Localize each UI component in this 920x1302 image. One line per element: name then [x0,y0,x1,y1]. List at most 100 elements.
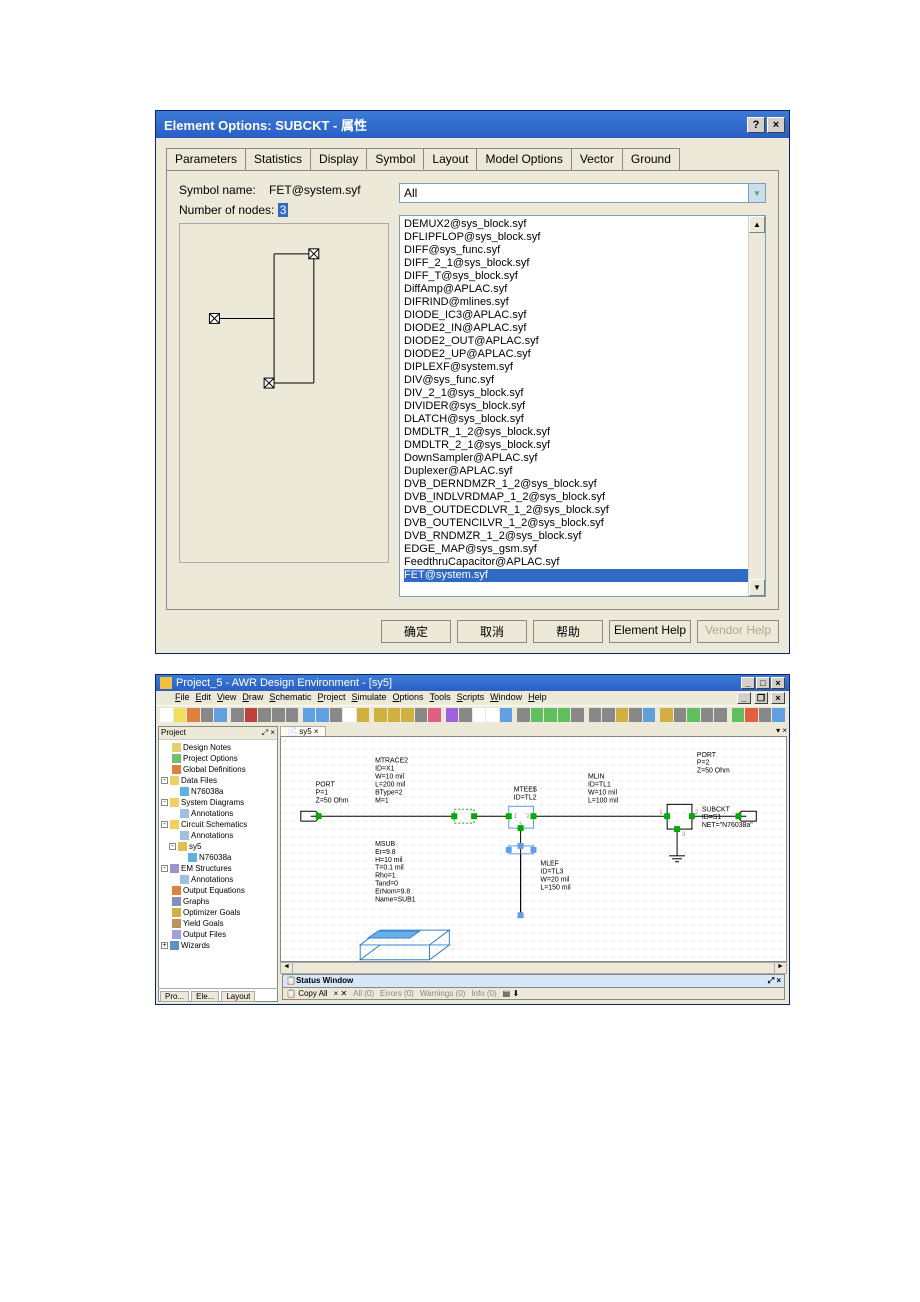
list-item[interactable]: DMDLTR_2_1@sys_block.syf [404,439,761,452]
list-item[interactable]: DIODE2_UP@APLAC.syf [404,348,761,361]
list-item[interactable]: DMDLTR_1_2@sys_block.syf [404,426,761,439]
maximize-button[interactable]: □ [756,677,770,689]
list-item[interactable]: DIFF@sys_func.syf [404,244,761,257]
filter-all[interactable]: All (0) [353,989,374,998]
tree-node[interactable]: Output Equations [161,885,275,896]
canvas-tab[interactable]: 📄 sy5 × [280,726,326,736]
toolbar-button[interactable] [231,708,244,722]
tree-node[interactable]: -System Diagrams [161,797,275,808]
scrollbar[interactable]: ▲ ▼ [748,216,765,596]
toolbar-button[interactable] [544,708,557,722]
h-scrollbar[interactable]: ◄► [280,962,787,974]
symbol-listbox[interactable]: DEMUX2@sys_block.syfDFLIPFLOP@sys_block.… [399,215,766,597]
toolbar-button[interactable] [459,708,472,722]
copy-all-button[interactable]: 📋 Copy All [286,989,328,998]
toolbar-button[interactable] [500,708,513,722]
toolbar-button[interactable] [759,708,772,722]
menu-scripts[interactable]: Scripts [454,692,488,702]
symbol-filter-combo[interactable]: ▼ [399,183,766,203]
bottom-tab-layout[interactable]: Layout [221,991,255,1002]
list-item[interactable]: DIV@sys_func.syf [404,374,761,387]
toolbar-button[interactable] [286,708,299,722]
toolbar-button[interactable] [374,708,387,722]
tree-node[interactable]: +Wizards [161,940,275,951]
filter-warnings[interactable]: Warnings (0) [420,989,466,998]
toolbar-button[interactable] [732,708,745,722]
scroll-down-icon[interactable]: ▼ [749,579,765,596]
toolbar-button[interactable] [558,708,571,722]
list-item[interactable]: DIPLEXF@system.syf [404,361,761,374]
tab-layout[interactable]: Layout [423,148,477,170]
list-item[interactable]: DFLIPFLOP@sys_block.syf [404,231,761,244]
chevron-down-icon[interactable]: ▼ [749,183,766,203]
toolbar-button[interactable] [401,708,414,722]
toolbar-button[interactable] [745,708,758,722]
list-item[interactable]: DVB_DERNDMZR_1_2@sys_block.syf [404,478,761,491]
tree-node[interactable]: Optimizer Goals [161,907,275,918]
list-item[interactable]: FeedthruCapacitor@APLAC.syf [404,556,761,569]
list-item[interactable]: DownSampler@APLAC.syf [404,452,761,465]
mdi-close[interactable]: × [771,692,785,704]
toolbar-button[interactable] [687,708,700,722]
mdi-restore[interactable]: ❐ [754,692,768,704]
toolbar-button[interactable] [446,708,459,722]
toolbar-button[interactable] [187,708,200,722]
bottom-tab-project[interactable]: Pro... [160,991,189,1002]
ok-button[interactable]: 确定 [381,620,451,643]
schematic-canvas[interactable]: 123 123 [280,736,787,962]
element-help-button[interactable]: Element Help [609,620,691,643]
tree-node[interactable]: Yield Goals [161,918,275,929]
toolbar-button[interactable] [486,708,499,722]
tree-node[interactable]: -EM Structures [161,863,275,874]
menu-edit[interactable]: Edit [193,692,215,702]
toolbar-button[interactable] [160,708,173,722]
toolbar-button[interactable] [316,708,329,722]
toolbar-button[interactable] [343,708,356,722]
toolbar-button[interactable] [571,708,584,722]
menu-tools[interactable]: Tools [427,692,454,702]
tab-symbol[interactable]: Symbol [366,148,424,170]
menu-file[interactable]: File [172,692,193,702]
tab-parameters[interactable]: Parameters [166,148,246,170]
toolbar-button[interactable] [643,708,656,722]
toolbar-button[interactable] [258,708,271,722]
toolbar-button[interactable] [473,708,486,722]
toolbar-button[interactable] [357,708,370,722]
toolbar-button[interactable] [701,708,714,722]
menu-options[interactable]: Options [390,692,427,702]
tree-node[interactable]: Graphs [161,896,275,907]
toolbar-button[interactable] [214,708,227,722]
toolbar-button[interactable] [388,708,401,722]
list-item[interactable]: DIFRIND@mlines.syf [404,296,761,309]
toolbar-button[interactable] [660,708,673,722]
toolbar-button[interactable] [531,708,544,722]
tree-node[interactable]: Output Files [161,929,275,940]
menu-help[interactable]: Help [525,692,550,702]
list-item[interactable]: DIV_2_1@sys_block.syf [404,387,761,400]
list-item[interactable]: DIVIDER@sys_block.syf [404,400,761,413]
toolbar-button[interactable] [602,708,615,722]
tree-node[interactable]: N76038a [161,786,275,797]
toolbar-button[interactable] [589,708,602,722]
tab-display[interactable]: Display [310,148,367,170]
list-item[interactable]: DVB_RNDMZR_1_2@sys_block.syf [404,530,761,543]
tree-node[interactable]: -sy5 [161,841,275,852]
tree-node[interactable]: Global Definitions [161,764,275,775]
toolbar-button[interactable] [330,708,343,722]
bottom-tab-elements[interactable]: Ele... [191,991,219,1002]
tab-ground[interactable]: Ground [622,148,680,170]
tree-node[interactable]: Design Notes [161,742,275,753]
tree-node[interactable]: N76038a [161,852,275,863]
toolbar-button[interactable] [201,708,214,722]
list-item[interactable]: DEMUX2@sys_block.syf [404,218,761,231]
list-item[interactable]: DIODE2_OUT@APLAC.syf [404,335,761,348]
toolbar-button[interactable] [415,708,428,722]
mdi-minimize[interactable]: _ [737,692,751,704]
combo-input[interactable] [399,183,749,203]
toolbar-button[interactable] [245,708,258,722]
tab-statistics[interactable]: Statistics [245,148,311,170]
menu-window[interactable]: Window [487,692,525,702]
toolbar-button[interactable] [714,708,727,722]
help-button[interactable]: 帮助 [533,620,603,643]
menu-project[interactable]: Project [314,692,348,702]
